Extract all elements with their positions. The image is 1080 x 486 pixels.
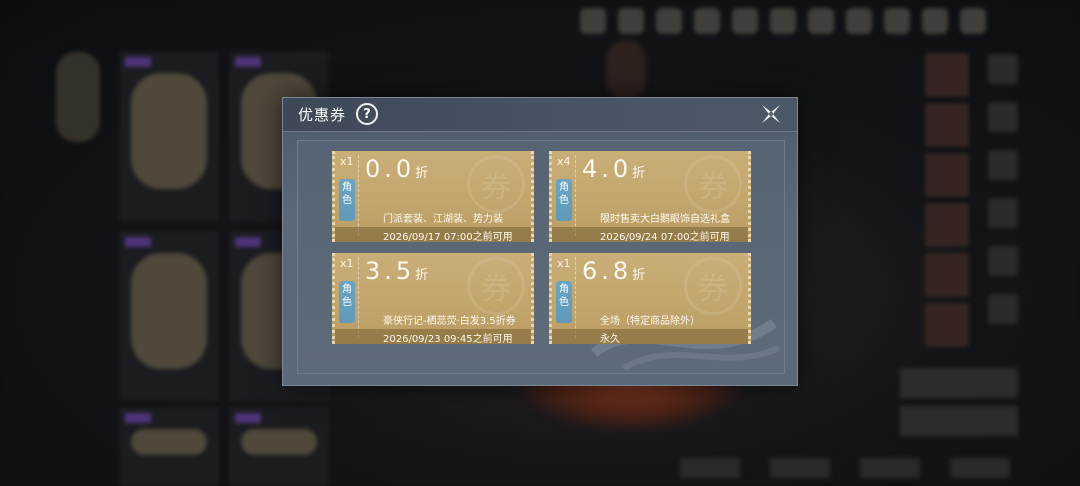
coupon-quantity: x4 <box>557 155 571 168</box>
coupon-divider <box>358 155 359 236</box>
coupon-card[interactable]: 券 x4 角色 4.0折 限时售卖大白鹅眼饰自选礼盒 2026/09/24 07… <box>549 151 751 243</box>
role-tag: 角色 <box>556 179 572 221</box>
coupon-card[interactable]: 券 x1 角色 3.5折 豪侠行记-栖蕊荧·白发3.5折券 2026/09/23… <box>332 253 534 345</box>
discount-unit: 折 <box>632 166 646 181</box>
discount-value: 4.0 <box>582 155 633 183</box>
coupon-footer: 永久 <box>552 329 748 345</box>
coupon-watermark-icon: 券 <box>467 257 525 315</box>
coupon-expiry: 2026/09/17 07:00之前可用 <box>383 232 513 243</box>
coupon-footer: 2026/09/17 07:00之前可用 <box>335 227 531 243</box>
role-tag: 角色 <box>339 179 355 221</box>
coupon-list: 券 x1 角色 0.0折 门派套装、江湖装、势力装 2026/09/17 07:… <box>297 140 785 374</box>
discount-value: 0.0 <box>365 155 416 183</box>
discount-unit: 折 <box>415 268 429 283</box>
coupon-watermark-icon: 券 <box>684 155 742 213</box>
coupon-discount: 4.0折 <box>582 155 645 183</box>
dialog-title: 优惠券 <box>298 106 347 124</box>
coupon-dialog: 优惠券 ? 券 x1 角色 0.0折 门派套装、江湖装、势力装 2026/09/… <box>282 97 798 386</box>
coupon-watermark-icon: 券 <box>684 257 742 315</box>
dialog-header: 优惠券 ? <box>283 98 797 132</box>
coupon-footer: 2026/09/24 07:00之前可用 <box>552 227 748 243</box>
coupon-divider <box>575 257 576 338</box>
coupon-description: 豪侠行记-栖蕊荧·白发3.5折券 <box>383 316 516 327</box>
coupon-footer: 2026/09/23 09:45之前可用 <box>335 329 531 345</box>
coupon-card[interactable]: 券 x1 角色 0.0折 门派套装、江湖装、势力装 2026/09/17 07:… <box>332 151 534 243</box>
discount-value: 3.5 <box>365 257 416 285</box>
coupon-description: 门派套装、江湖装、势力装 <box>383 214 503 225</box>
discount-unit: 折 <box>632 268 646 283</box>
coupon-description: 全场（特定商品除外） <box>600 316 700 327</box>
coupon-card[interactable]: 券 x1 角色 6.8折 全场（特定商品除外） 永久 <box>549 253 751 345</box>
role-tag: 角色 <box>556 281 572 323</box>
discount-unit: 折 <box>415 166 429 181</box>
coupon-quantity: x1 <box>340 155 354 168</box>
role-tag: 角色 <box>339 281 355 323</box>
coupon-discount: 6.8折 <box>582 257 645 285</box>
coupon-discount: 0.0折 <box>365 155 428 183</box>
coupon-watermark-icon: 券 <box>467 155 525 213</box>
coupon-description: 限时售卖大白鹅眼饰自选礼盒 <box>600 214 730 225</box>
close-button[interactable] <box>759 102 783 126</box>
coupon-quantity: x1 <box>340 257 354 270</box>
help-button[interactable]: ? <box>356 103 378 125</box>
discount-value: 6.8 <box>582 257 633 285</box>
coupon-expiry: 2026/09/23 09:45之前可用 <box>383 334 513 345</box>
coupon-divider <box>575 155 576 236</box>
coupon-quantity: x1 <box>557 257 571 270</box>
coupon-expiry: 永久 <box>600 334 620 345</box>
coupon-divider <box>358 257 359 338</box>
coupon-discount: 3.5折 <box>365 257 428 285</box>
close-icon <box>762 105 780 123</box>
coupon-expiry: 2026/09/24 07:00之前可用 <box>600 232 730 243</box>
